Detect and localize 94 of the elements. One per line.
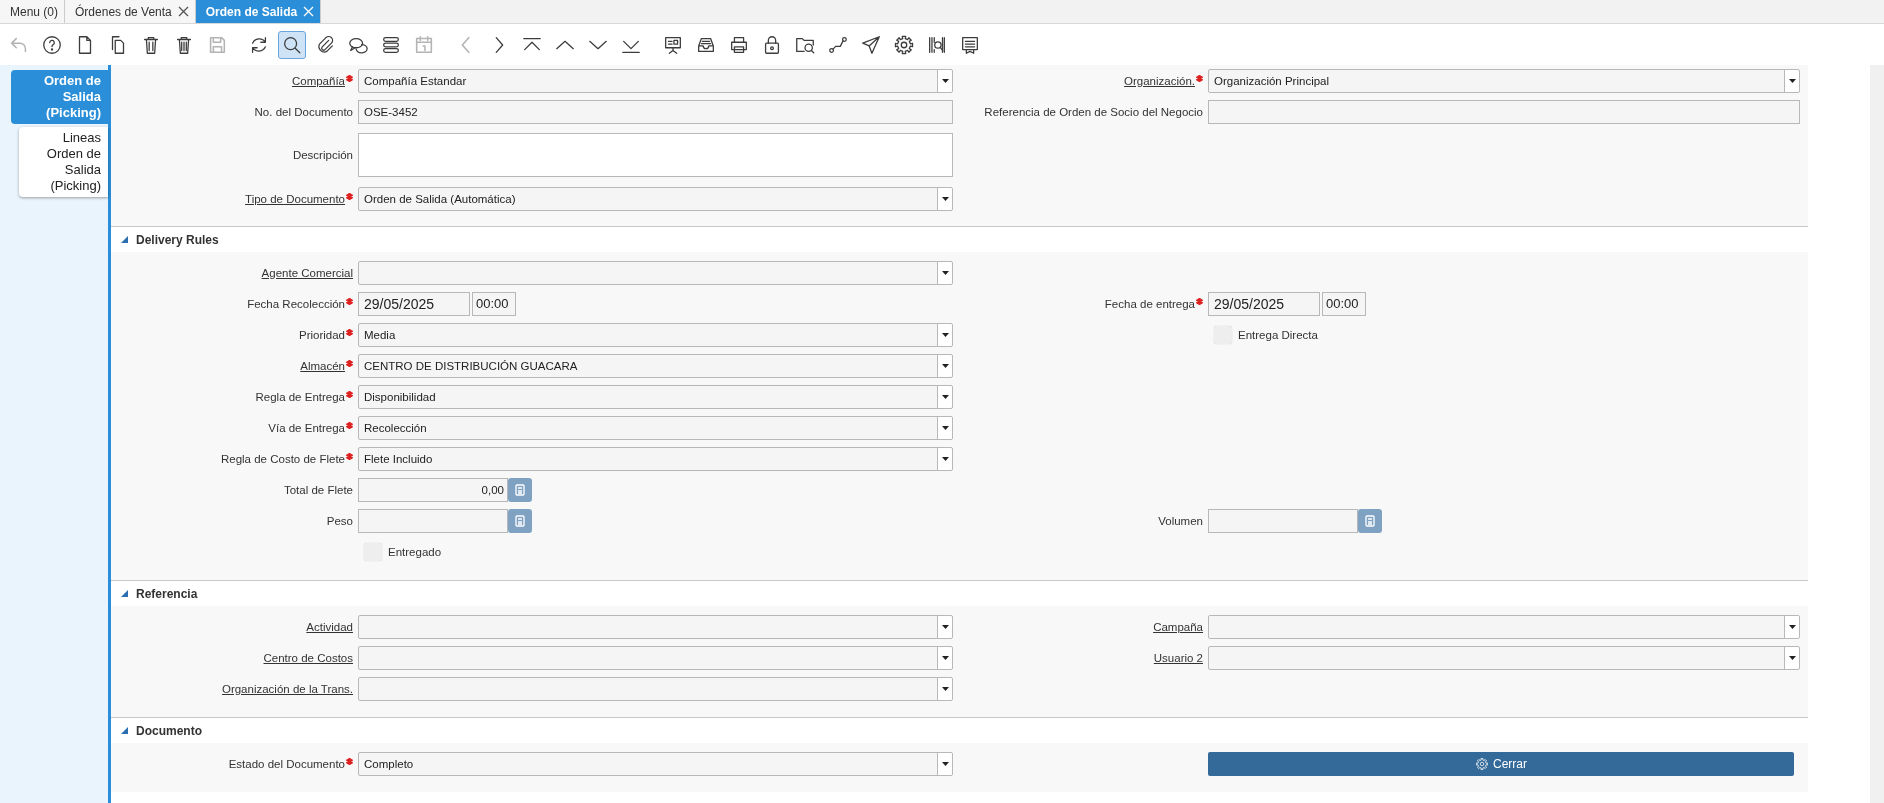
dropdown-field[interactable]: Media [358, 322, 953, 347]
field-label: Fecha Recolección [247, 297, 345, 310]
field-link[interactable]: Compañía [291, 74, 345, 87]
checkbox-label: Entrega Directa [1238, 328, 1318, 341]
caret-icon [941, 332, 949, 337]
field-link[interactable]: Tipo de Documento [245, 192, 345, 205]
caret-icon [941, 456, 949, 461]
caret-icon [941, 78, 949, 83]
close-icon [177, 6, 189, 17]
dropdown-button[interactable] [937, 646, 952, 669]
field-label: Regla de Costo de Flete [220, 452, 345, 465]
dropdown-field[interactable]: Disponibilidad [358, 384, 953, 409]
field-label: Fecha de entrega [1104, 297, 1195, 310]
dropdown-button[interactable] [937, 677, 952, 700]
dropdown-field[interactable] [1208, 614, 1800, 639]
caret-icon [1788, 78, 1796, 83]
number-field[interactable]: 0,00 [358, 477, 508, 502]
section-title[interactable]: Referencia [136, 586, 198, 601]
dropdown-button[interactable] [1784, 615, 1799, 638]
field-label: Prioridad [298, 328, 345, 341]
date-field[interactable]: 29/05/2025 [1208, 291, 1320, 316]
dropdown-button[interactable] [1784, 69, 1799, 92]
dropdown-button[interactable] [937, 354, 952, 377]
caret-icon [941, 655, 949, 660]
field-label: Descripción [292, 149, 353, 161]
gear-icon [1475, 756, 1489, 771]
calculator-icon [515, 483, 525, 496]
field-link[interactable]: Organización de la Trans. [221, 682, 353, 695]
text-field[interactable] [1208, 99, 1800, 124]
field-label: Peso [326, 514, 353, 527]
close-icon [303, 6, 315, 17]
dropdown-button[interactable] [937, 323, 952, 346]
field-label: Referencia de Orden de Socio del Negocio [984, 105, 1203, 118]
field-link[interactable]: Agente Comercial [261, 266, 353, 279]
calculator-icon [1365, 514, 1375, 527]
date-field[interactable]: 29/05/2025 [358, 291, 470, 316]
field-link[interactable]: Almacén [300, 359, 345, 372]
side-tab[interactable]: Orden de Salida (Picking) [11, 70, 108, 124]
dropdown-button[interactable] [937, 752, 952, 775]
action-button[interactable]: Cerrar [1208, 751, 1794, 776]
caret-icon [1788, 624, 1796, 629]
dropdown-button[interactable] [937, 385, 952, 408]
caret-icon [941, 624, 949, 629]
caret-icon [941, 761, 949, 766]
dropdown-field[interactable] [358, 260, 953, 285]
field-link[interactable]: Campaña [1153, 620, 1203, 633]
caret-icon [941, 270, 949, 275]
dropdown-field[interactable]: Compañía Estandar [358, 68, 953, 93]
dropdown-field[interactable] [358, 676, 953, 701]
dropdown-field[interactable]: Recolección [358, 415, 953, 440]
caret-icon [941, 425, 949, 430]
window-tab[interactable]: Orden de Salida [195, 0, 322, 23]
field-label: Volumen [1158, 514, 1203, 527]
dropdown-field[interactable]: Flete Incluido [358, 446, 953, 471]
caret-icon [941, 394, 949, 399]
dropdown-button[interactable] [937, 416, 952, 439]
field-link[interactable]: Actividad [306, 620, 353, 633]
field-label: Vía de Entrega [268, 421, 345, 434]
field-link[interactable]: Usuario 2 [1153, 651, 1203, 664]
section-title[interactable]: Documento [136, 723, 202, 738]
dropdown-field[interactable]: Completo [358, 751, 953, 776]
time-field[interactable]: 00:00 [472, 291, 516, 316]
window-tab[interactable]: Menu (0) [0, 0, 66, 23]
dropdown-field[interactable] [1208, 645, 1800, 670]
dropdown-field[interactable] [358, 614, 953, 639]
field-link[interactable]: Organización. [1124, 74, 1195, 87]
text-field[interactable]: OSE-3452 [358, 99, 953, 124]
dropdown-button[interactable] [1784, 646, 1799, 669]
dropdown-field[interactable]: CENTRO DE DISTRIBUCIÓN GUACARA [358, 353, 953, 378]
field-label: Total de Flete [283, 483, 353, 496]
number-field[interactable] [1208, 508, 1358, 533]
dropdown-button[interactable] [937, 261, 952, 284]
dropdown-field[interactable]: Organización Principal [1208, 68, 1800, 93]
time-field[interactable]: 00:00 [1322, 291, 1366, 316]
caret-icon [941, 686, 949, 691]
side-tab[interactable]: Lineas Orden de Salida (Picking) [19, 127, 108, 197]
caret-icon [941, 363, 949, 368]
section-title[interactable]: Delivery Rules [136, 232, 219, 247]
dropdown-button[interactable] [937, 615, 952, 638]
checkbox-label: Entregado [388, 545, 442, 558]
dropdown-button[interactable] [937, 69, 952, 92]
field-link[interactable]: Centro de Costos [263, 651, 353, 664]
dropdown-field[interactable]: Orden de Salida (Automática) [358, 186, 953, 211]
field-label: Estado del Documento [228, 757, 345, 770]
calculator-icon [515, 514, 525, 527]
caret-icon [1788, 655, 1796, 660]
dropdown-button[interactable] [937, 447, 952, 470]
number-field[interactable] [358, 508, 508, 533]
dropdown-button[interactable] [937, 187, 952, 210]
field-label: No. del Documento [254, 105, 353, 118]
window-tab[interactable]: Órdenes de Venta [65, 0, 196, 23]
dropdown-field[interactable] [358, 645, 953, 670]
caret-icon [941, 196, 949, 201]
field-label: Regla de Entrega [255, 390, 345, 403]
